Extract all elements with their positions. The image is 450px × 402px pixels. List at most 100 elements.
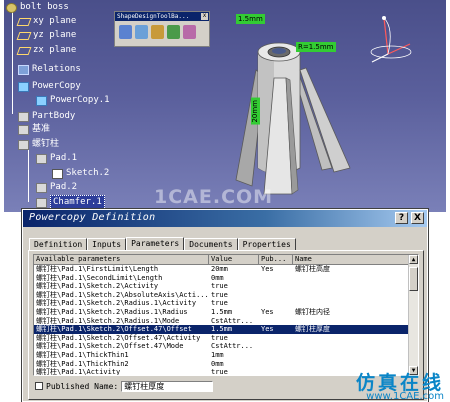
tree-label: Relations	[32, 64, 81, 74]
tool-icon-1[interactable]	[119, 25, 132, 39]
table-cell: 螺钉柱\Pad.1\Sketch.2\Radius.1\Mode	[36, 316, 180, 325]
tree-label: zx plane	[33, 45, 77, 55]
published-checkbox[interactable]	[35, 382, 43, 390]
table-row[interactable]: 螺钉柱\Pad.1\FirstLimit\Length 20mm Yes 螺钉柱高度	[34, 265, 410, 274]
table-row[interactable]: 螺钉柱\Pad.1\Sketch.2\Radius.1\Mode CstAttr.…	[34, 317, 410, 326]
table-cell	[293, 351, 410, 360]
compass-icon[interactable]	[364, 8, 424, 68]
table-cell: 螺钉柱\Pad.1\Sketch.2\Offset.47\Offset	[36, 325, 192, 334]
table-cell	[259, 274, 293, 283]
tool-icon-4[interactable]	[167, 25, 180, 39]
table-row[interactable]: 螺钉柱\Pad.1\Sketch.2\Activity true	[34, 282, 410, 291]
screw-post-model[interactable]	[194, 18, 364, 198]
table-row[interactable]: 螺钉柱\Pad.1\SecondLimit\Length 0mm	[34, 274, 410, 283]
column-header-value[interactable]: Value	[209, 255, 259, 265]
dialog-title-bar[interactable]: Powercopy Definition ? X	[23, 210, 427, 227]
table-cell: Yes	[261, 325, 274, 334]
tree-label: yz plane	[33, 30, 77, 40]
tree-label: Chamfer.1	[50, 195, 105, 210]
scroll-up-arrow-icon[interactable]: ▲	[409, 255, 418, 264]
table-row[interactable]: 螺钉柱\Pad.1\Sketch.2\Radius.1\Radius 1.5mm Y…	[34, 308, 410, 317]
plane-icon	[16, 17, 32, 26]
table-cell: 螺钉柱高度	[295, 265, 330, 273]
sketch-icon	[52, 168, 63, 179]
table-cell: 螺钉柱内径	[295, 307, 330, 316]
tree-label: PartBody	[32, 111, 76, 121]
tree-item-datum[interactable]: 基准	[18, 123, 50, 136]
tree-label: Pad.2	[50, 182, 78, 192]
tree-item-relations[interactable]: Relations	[18, 63, 81, 76]
table-cell: 1.5mm	[211, 325, 233, 334]
plane-icon	[16, 31, 32, 40]
table-cell: 螺钉柱\Pad.1\ThickThin2	[36, 359, 129, 368]
column-header-name[interactable]: Name	[293, 255, 410, 265]
published-name-field[interactable]: 螺钉柱厚度	[121, 380, 214, 392]
relations-icon	[18, 64, 29, 75]
tree-item-yz-plane[interactable]: yz plane	[16, 29, 77, 42]
table-cell: CstAttr...	[211, 316, 254, 325]
tree-label: PowerCopy.1	[50, 95, 110, 105]
help-button[interactable]: ?	[395, 212, 408, 224]
table-cell	[293, 282, 410, 291]
close-button[interactable]: X	[411, 212, 424, 224]
table-cell	[293, 342, 410, 351]
3d-viewport[interactable]: bolt boss xy plane yz plane zx plane Rel…	[4, 0, 446, 212]
tree-item-sketch-2[interactable]: Sketch.2	[52, 167, 109, 180]
table-cell: 1.5mm	[211, 307, 233, 316]
table-cell	[259, 334, 293, 343]
table-cell: 0mm	[211, 359, 224, 368]
table-cell	[293, 360, 410, 369]
table-scrollbar[interactable]: ▲ ▼	[408, 255, 418, 375]
table-cell: 0mm	[211, 273, 224, 282]
dim-label-right[interactable]: R=1.5mm	[296, 42, 336, 52]
tree-item-partbody[interactable]: PartBody	[18, 110, 75, 123]
table-row[interactable]: 螺钉柱\Pad.1\Sketch.2\Radius.1\Activity true	[34, 299, 410, 308]
tree-item-powercopy-1[interactable]: PowerCopy.1	[36, 94, 110, 107]
tree-label: 螺钉柱	[32, 139, 60, 149]
published-name-row: Published Name: 螺钉柱厚度	[35, 380, 214, 392]
table-cell	[259, 291, 293, 300]
table-cell: true	[211, 333, 228, 342]
table-cell: 螺钉柱\Pad.1\Activity	[36, 368, 121, 376]
column-header-published[interactable]: Pub...	[259, 255, 293, 265]
table-row[interactable]: 螺钉柱\Pad.1\Sketch.2\AbsoluteAxis\Acti... t…	[34, 291, 410, 300]
tree-connector	[28, 148, 29, 202]
tree-item-pad-1[interactable]: Pad.1	[36, 152, 77, 165]
table-cell: 螺钉柱\Pad.1\Sketch.2\Radius.1\Radius	[36, 307, 188, 316]
table-cell	[293, 317, 410, 326]
table-cell: 20mm	[211, 265, 228, 273]
table-cell	[259, 282, 293, 291]
tree-item-pad-2[interactable]: Pad.2	[36, 181, 77, 194]
powercopy-icon	[18, 81, 29, 92]
scroll-thumb[interactable]	[409, 267, 418, 291]
table-cell: 螺钉柱\Pad.1\ThickThin1	[36, 350, 129, 359]
tree-item-chamfer-1[interactable]: Chamfer.1	[36, 195, 105, 210]
tree-item-powercopy[interactable]: PowerCopy	[18, 80, 81, 93]
table-row[interactable]: 螺钉柱\Pad.1\ThickThin1 1mm	[34, 351, 410, 360]
tree-item-xy-plane[interactable]: xy plane	[16, 15, 76, 28]
tab-parameters[interactable]: Parameters	[126, 237, 185, 251]
tree-item-zx-plane[interactable]: zx plane	[16, 44, 77, 57]
parameters-table[interactable]: Available parameters Value Pub... Name 螺…	[33, 254, 419, 376]
table-row[interactable]: 螺钉柱\Pad.1\ThickThin2 0mm	[34, 360, 410, 369]
tool-icon-2[interactable]	[135, 25, 148, 39]
tool-icon-3[interactable]	[151, 25, 164, 39]
plane-icon	[16, 46, 32, 55]
dim-label-top[interactable]: 1.5mm	[236, 14, 265, 24]
table-cell	[259, 342, 293, 351]
column-header-available-parameters[interactable]: Available parameters	[34, 255, 209, 265]
table-cell: true	[211, 299, 228, 308]
site-logo: 仿真在线 www.1CAE.com	[326, 368, 444, 402]
table-row[interactable]: 螺钉柱\Pad.1\Sketch.2\Offset.47\Mode CstAttr…	[34, 342, 410, 351]
table-row[interactable]: 螺钉柱\Pad.1\Sketch.2\Offset.47\Activity tru…	[34, 334, 410, 343]
published-name-label: Published Name:	[46, 381, 119, 391]
table-cell: 1mm	[211, 350, 224, 359]
table-row[interactable]: 螺钉柱\Pad.1\Sketch.2\Offset.47\Offset 1.5mm…	[34, 325, 410, 334]
table-cell	[259, 351, 293, 360]
table-cell	[259, 299, 293, 308]
tree-item-screw-post[interactable]: 螺钉柱	[18, 138, 59, 151]
dim-label-side[interactable]: 20mm	[251, 98, 260, 125]
tree-item-bolt-boss[interactable]: bolt boss	[6, 1, 69, 14]
tree-label: Sketch.2	[66, 168, 110, 178]
table-cell: Yes	[261, 307, 274, 316]
